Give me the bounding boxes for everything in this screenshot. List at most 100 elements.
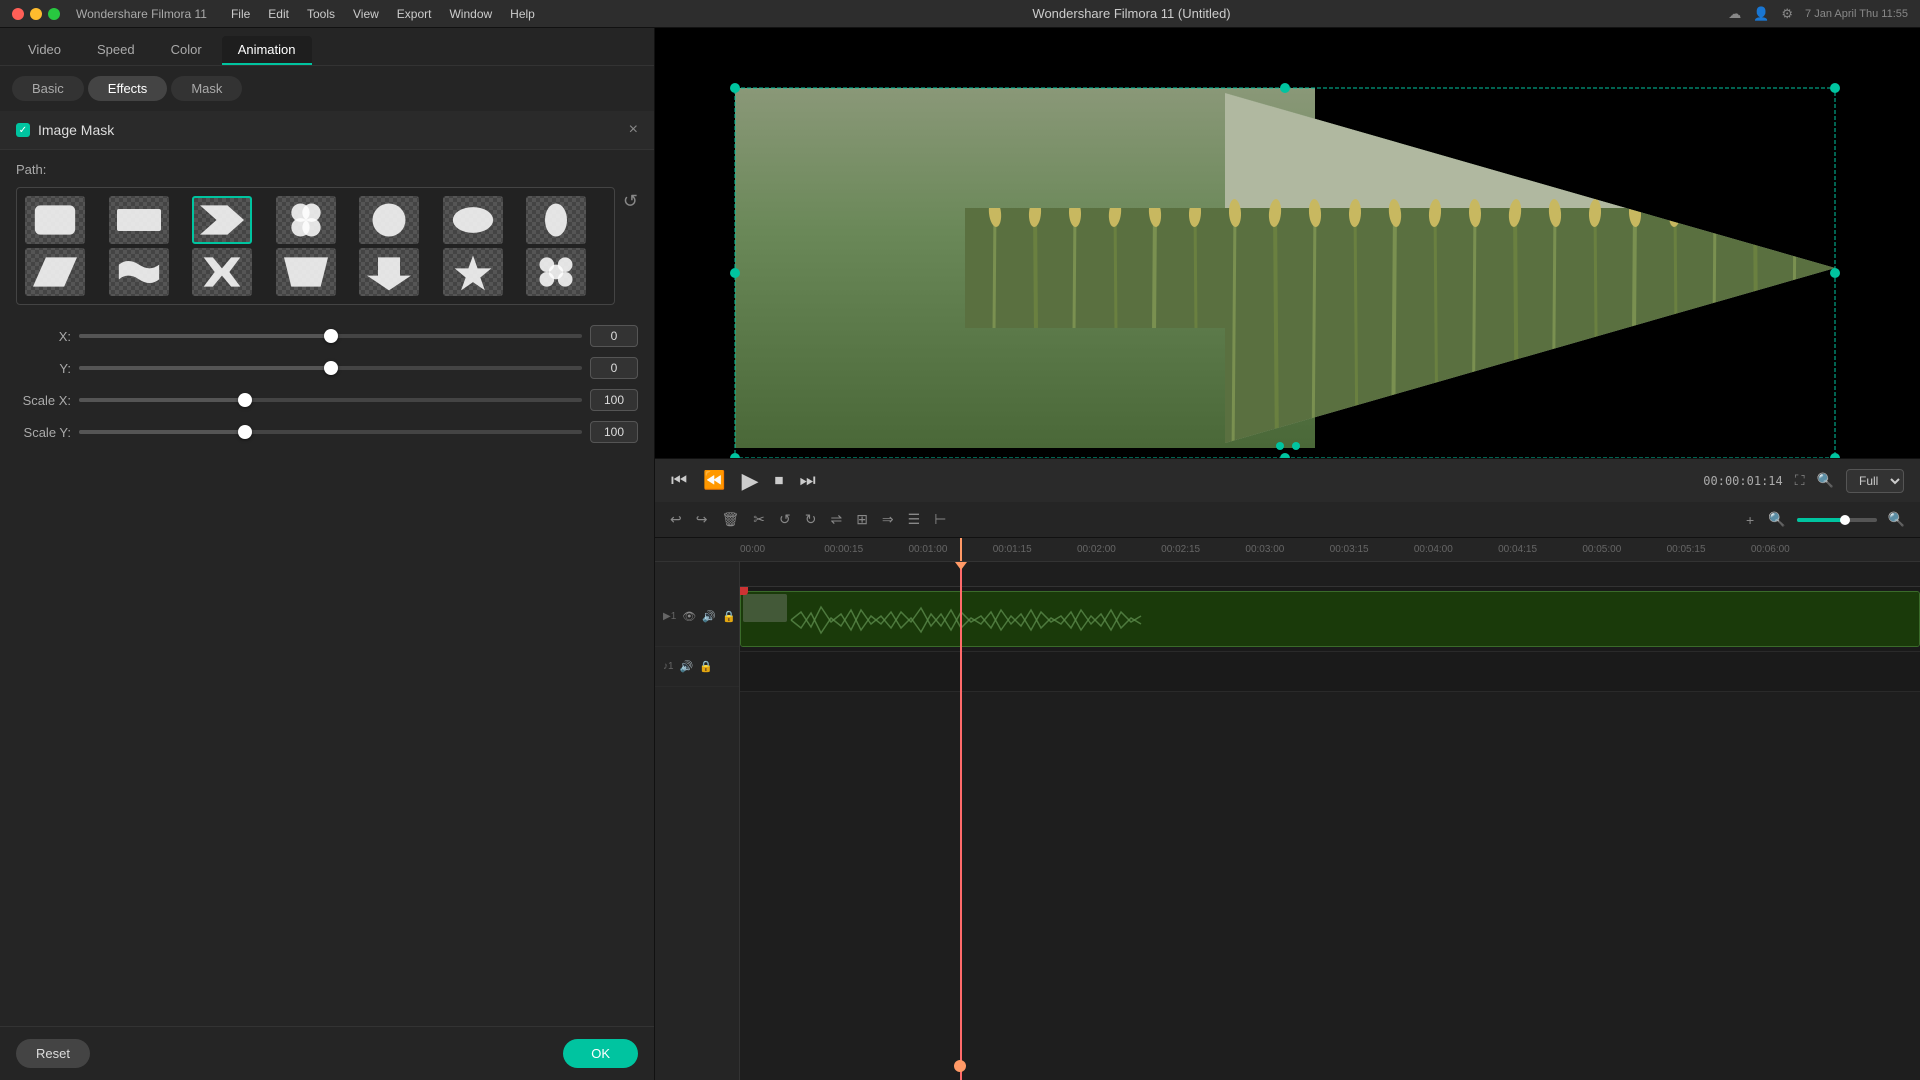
menu-window[interactable]: Window	[449, 7, 492, 21]
tab-video[interactable]: Video	[12, 36, 77, 65]
menu-help[interactable]: Help	[510, 7, 535, 21]
scale-x-slider-track[interactable]	[79, 398, 582, 402]
play-button[interactable]: ▶	[742, 468, 759, 494]
tab-speed[interactable]: Speed	[81, 36, 151, 65]
ruler-mark-12: 00:06:00	[1751, 544, 1835, 555]
menu-edit[interactable]: Edit	[268, 7, 289, 21]
sliders-section: X: Y:	[0, 317, 654, 461]
transform-icon[interactable]: ⊞	[853, 508, 871, 531]
x-slider-track[interactable]	[79, 334, 582, 338]
zoom-timeline-out[interactable]: 🔍	[1765, 508, 1788, 531]
minimize-button[interactable]	[30, 8, 42, 20]
menu-tools[interactable]: Tools	[307, 7, 335, 21]
undo-icon[interactable]: ↩	[667, 508, 685, 531]
menu-export[interactable]: Export	[397, 7, 432, 21]
mask-item-diag-rect[interactable]	[25, 248, 85, 296]
audio-eye-icon[interactable]: 🔊	[680, 660, 694, 673]
x-value-input[interactable]	[590, 325, 638, 347]
zoom-timeline-in[interactable]: 🔍	[1885, 508, 1908, 531]
mask-grid-scroll[interactable]	[16, 187, 615, 305]
mask-item-ellipse-narrow[interactable]	[526, 196, 586, 244]
mask-grid-container: ↺	[16, 187, 638, 305]
ok-button[interactable]: OK	[563, 1039, 638, 1068]
cloud-icon[interactable]: ☁	[1728, 6, 1741, 22]
timeline-toolbar: ↩ ↪ 🗑 ✂ ↺ ↻ ⇌ ⊞ ⇒ ☰ ⊢ + 🔍 🔍	[655, 502, 1920, 538]
reset-button[interactable]: Reset	[16, 1039, 90, 1068]
mask-item-arrow-down[interactable]	[359, 248, 419, 296]
menu-file[interactable]: File	[231, 7, 250, 21]
stop-button[interactable]: ⏹	[775, 470, 784, 491]
mask-item-clover[interactable]	[276, 196, 336, 244]
fullscreen-select-container: Full	[1846, 469, 1904, 493]
close-button[interactable]	[12, 8, 24, 20]
slider-row-x: X:	[16, 325, 638, 347]
account-icon[interactable]: 👤	[1753, 6, 1769, 22]
zoom-icon[interactable]: 🔍	[1817, 472, 1834, 489]
section-close-button[interactable]: ×	[629, 121, 638, 139]
speed-icon[interactable]: ⇒	[879, 508, 897, 531]
clip-start-marker	[740, 587, 748, 595]
mask-item-wide-rect[interactable]	[109, 196, 169, 244]
split-icon[interactable]: ⊢	[931, 508, 949, 531]
playback-right: 00:00:01:14 ⛶ 🔍 Full	[1703, 469, 1904, 493]
scale-y-value-input[interactable]	[590, 421, 638, 443]
rotate-left-icon[interactable]: ↺	[776, 508, 794, 531]
scale-x-value-input[interactable]	[590, 389, 638, 411]
tab-color[interactable]: Color	[155, 36, 218, 65]
sub-tab-effects[interactable]: Effects	[88, 76, 168, 101]
delete-icon[interactable]: 🗑	[718, 508, 742, 531]
mask-item-star[interactable]	[443, 248, 503, 296]
y-slider-track[interactable]	[79, 366, 582, 370]
video-clip[interactable]	[740, 591, 1920, 647]
track-eye-icon[interactable]: 👁	[682, 610, 696, 623]
playhead-dot[interactable]	[954, 1060, 966, 1072]
mask-item-rounded-rect[interactable]	[25, 196, 85, 244]
tab-animation[interactable]: Animation	[222, 36, 312, 65]
flip-icon[interactable]: ⇌	[827, 508, 845, 531]
y-slider-thumb[interactable]	[324, 361, 338, 375]
mask-item-arrow-right[interactable]	[192, 196, 252, 244]
list-icon[interactable]: ☰	[905, 508, 924, 531]
ruler-mark-0: 00:00	[740, 544, 824, 555]
timeline-zoom-slider[interactable]	[1797, 518, 1877, 522]
maximize-button[interactable]	[48, 8, 60, 20]
track-lock-icon[interactable]: 🔒	[722, 610, 736, 623]
track-audio-icon[interactable]: 🔊	[702, 610, 716, 623]
refresh-button[interactable]: ↺	[623, 191, 638, 212]
audio-lock-icon[interactable]: 🔒	[699, 660, 713, 673]
add-track-icon[interactable]: +	[1743, 509, 1757, 531]
mask-item-wavy[interactable]	[109, 248, 169, 296]
next-frame-button[interactable]: ⏭	[800, 470, 816, 491]
redo-icon[interactable]: ↪	[693, 508, 711, 531]
sub-tab-basic[interactable]: Basic	[12, 76, 84, 101]
quality-select[interactable]: Full	[1846, 469, 1904, 493]
crop-icon[interactable]: ✂	[750, 508, 768, 531]
mask-item-circle[interactable]	[359, 196, 419, 244]
mask-item-x-shape[interactable]	[192, 248, 252, 296]
sub-tab-mask[interactable]: Mask	[171, 76, 242, 101]
ruler-mark-1: 00:00:15	[824, 544, 908, 555]
rotate-right-icon[interactable]: ↻	[802, 508, 820, 531]
ruler-mark-10: 00:05:00	[1582, 544, 1666, 555]
scale-x-slider-thumb[interactable]	[238, 393, 252, 407]
settings-icon[interactable]: ⚙	[1781, 6, 1793, 22]
x-slider-fill	[79, 334, 331, 338]
date-display: 7 Jan April Thu 11:55	[1805, 8, 1908, 20]
x-slider-thumb[interactable]	[324, 329, 338, 343]
right-panel: ⏮ ⏪ ▶ ⏹ ⏭ 00:00:01:14 ⛶ 🔍 Full ↩ ↪ 🗑 ✂ ↺	[655, 28, 1920, 1080]
fullscreen-icon[interactable]: ⛶	[1795, 472, 1805, 489]
audio-track-number: ♪1	[663, 661, 674, 672]
mask-item-ellipse-wide[interactable]	[443, 196, 503, 244]
scale-y-slider-track[interactable]	[79, 430, 582, 434]
playback-bar: ⏮ ⏪ ▶ ⏹ ⏭ 00:00:01:14 ⛶ 🔍 Full	[655, 458, 1920, 502]
menu-view[interactable]: View	[353, 7, 379, 21]
y-value-input[interactable]	[590, 357, 638, 379]
backward-button[interactable]: ⏪	[703, 470, 725, 491]
scale-y-slider-thumb[interactable]	[238, 425, 252, 439]
image-mask-checkbox[interactable]: ✓	[16, 123, 30, 137]
position-dot	[1276, 442, 1284, 450]
mask-item-trapezoid[interactable]	[276, 248, 336, 296]
previous-frame-button[interactable]: ⏮	[671, 470, 687, 491]
zoom-thumb[interactable]	[1840, 515, 1850, 525]
mask-item-rounded-star[interactable]	[526, 248, 586, 296]
